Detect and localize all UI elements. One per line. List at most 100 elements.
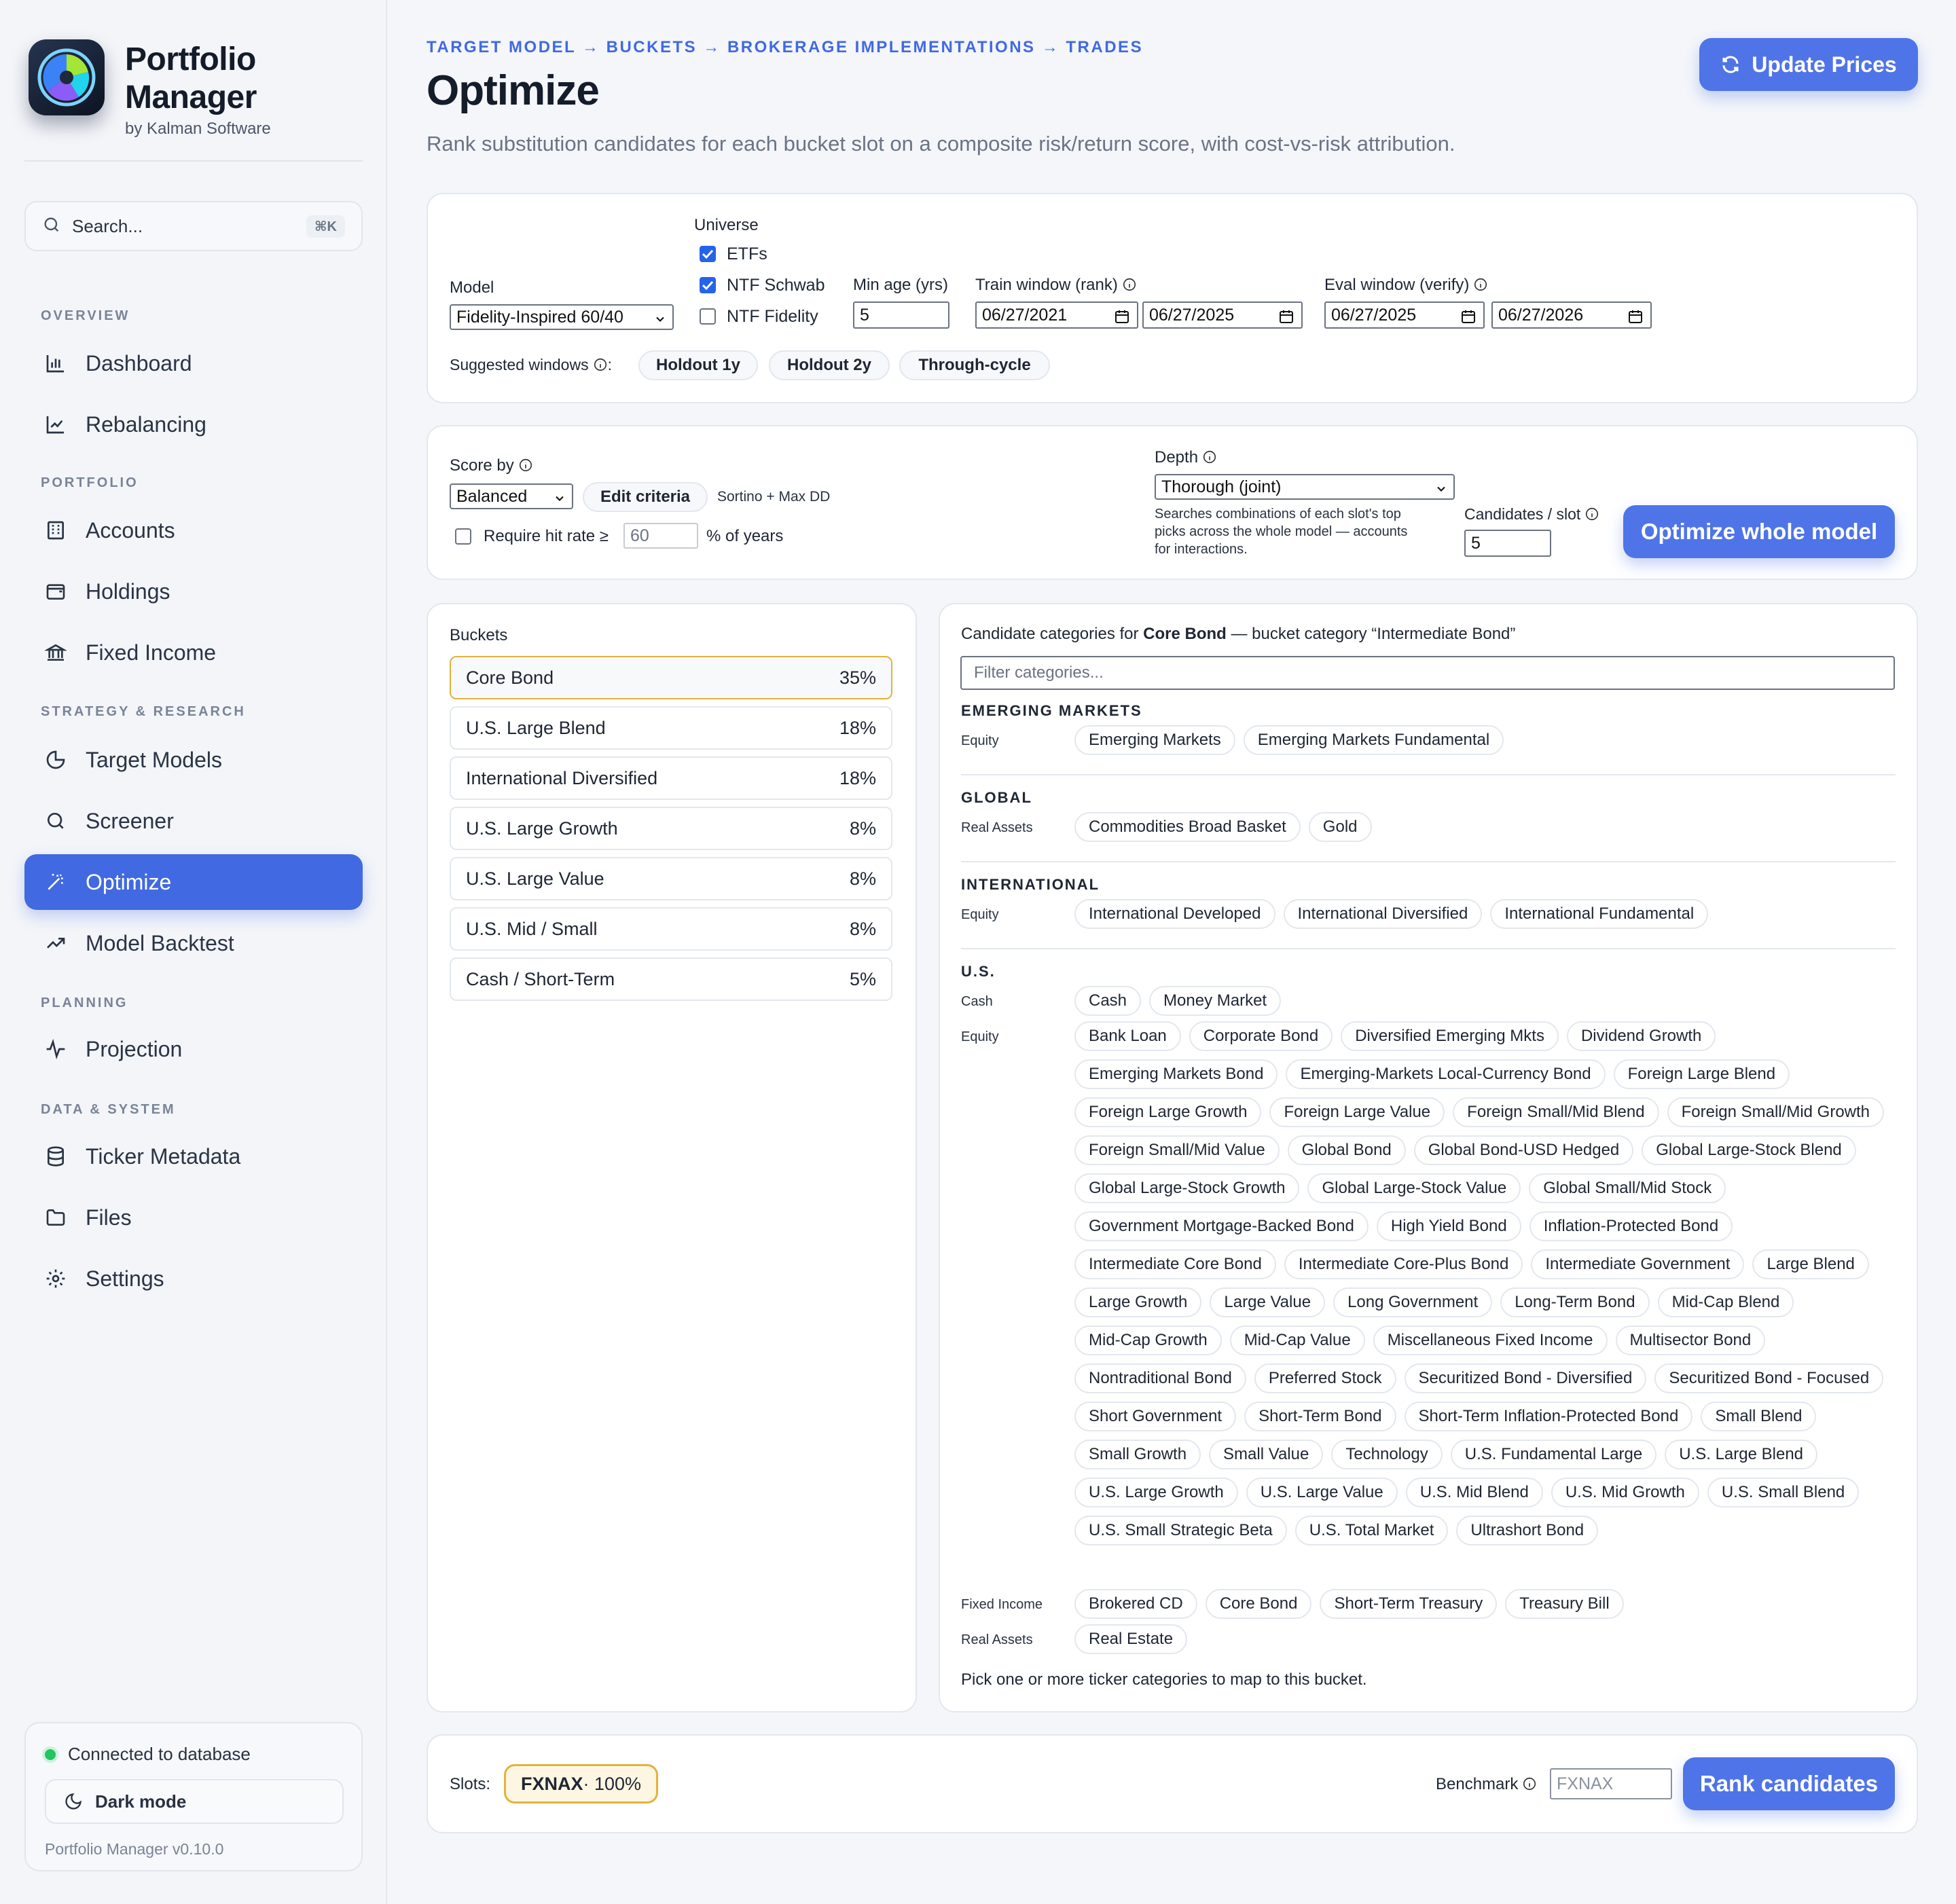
category-chip[interactable]: Global Bond-USD Hedged <box>1413 1135 1634 1165</box>
category-chip[interactable]: U.S. Mid Blend <box>1405 1478 1543 1507</box>
sidebar-item-target-models[interactable]: Target Models <box>24 732 363 788</box>
category-chip[interactable]: Emerging Markets <box>1074 725 1235 755</box>
sidebar-item-screener[interactable]: Screener <box>24 793 363 849</box>
category-chip[interactable]: Short-Term Bond <box>1244 1402 1396 1431</box>
sidebar-item-holdings[interactable]: Holdings <box>24 564 363 619</box>
category-chip[interactable]: Miscellaneous Fixed Income <box>1373 1325 1608 1355</box>
sidebar-item-rebalancing[interactable]: Rebalancing <box>24 397 363 452</box>
category-chip[interactable]: U.S. Mid Growth <box>1551 1478 1699 1507</box>
category-chip[interactable]: Large Value <box>1210 1287 1326 1317</box>
eval-start-date[interactable]: 06/27/2025 <box>1324 301 1485 329</box>
model-select[interactable]: Fidelity-Inspired 60/40 <box>450 304 674 330</box>
category-chip[interactable]: Brokered CD <box>1074 1589 1197 1619</box>
category-chip[interactable]: Short-Term Treasury <box>1320 1589 1498 1619</box>
optimize-whole-model-button[interactable]: Optimize whole model <box>1623 505 1895 558</box>
candidates-per-slot-input[interactable]: 5 <box>1464 530 1551 557</box>
dark-mode-button[interactable]: Dark mode <box>45 1779 344 1824</box>
category-chip[interactable]: Money Market <box>1149 986 1282 1016</box>
category-chip[interactable]: Global Bond <box>1287 1135 1406 1165</box>
category-chip[interactable]: Diversified Emerging Mkts <box>1341 1021 1559 1051</box>
category-chip[interactable]: Short Government <box>1074 1402 1237 1431</box>
category-chip[interactable]: Foreign Large Growth <box>1074 1097 1262 1127</box>
sidebar-item-projection[interactable]: Projection <box>24 1021 363 1077</box>
benchmark-input[interactable]: FXNAX <box>1550 1768 1672 1799</box>
slot-chip[interactable]: FXNAX · 100% <box>504 1764 659 1804</box>
category-chip[interactable]: Cash <box>1074 986 1142 1016</box>
sidebar-item-dashboard[interactable]: Dashboard <box>24 335 363 391</box>
bucket-us-mid-small[interactable]: U.S. Mid / Small 8% <box>450 907 892 951</box>
category-chip[interactable]: Short-Term Inflation-Protected Bond <box>1404 1402 1693 1431</box>
category-chip[interactable]: Long Government <box>1333 1287 1493 1317</box>
bucket-us-large-growth[interactable]: U.S. Large Growth 8% <box>450 807 892 850</box>
bucket-us-large-blend[interactable]: U.S. Large Blend 18% <box>450 706 892 750</box>
category-chip[interactable]: International Diversified <box>1283 899 1483 929</box>
info-icon[interactable] <box>1202 450 1217 464</box>
category-chip[interactable]: Securitized Bond - Focused <box>1654 1363 1884 1393</box>
info-icon[interactable] <box>1584 507 1599 521</box>
category-chip[interactable]: Foreign Small/Mid Value <box>1074 1135 1280 1165</box>
category-chip[interactable]: Global Small/Mid Stock <box>1529 1173 1726 1203</box>
category-chip[interactable]: Bank Loan <box>1074 1021 1181 1051</box>
category-chip[interactable]: Small Value <box>1209 1440 1324 1469</box>
calendar-icon[interactable] <box>1460 308 1477 329</box>
category-chip[interactable]: Government Mortgage-Backed Bond <box>1074 1211 1369 1241</box>
category-chip[interactable]: U.S. Small Blend <box>1707 1478 1860 1507</box>
category-chip[interactable]: High Yield Bond <box>1376 1211 1521 1241</box>
category-chip[interactable]: Foreign Large Blend <box>1613 1059 1790 1089</box>
score-by-select[interactable]: Balanced <box>450 483 573 509</box>
category-chip[interactable]: Real Estate <box>1074 1624 1188 1654</box>
sidebar-item-ticker-metadata[interactable]: Ticker Metadata <box>24 1129 363 1184</box>
sidebar-item-settings[interactable]: Settings <box>24 1251 363 1306</box>
sidebar-item-optimize[interactable]: Optimize <box>24 854 363 910</box>
etfs-checkbox[interactable] <box>700 246 716 262</box>
category-chip[interactable]: Intermediate Core-Plus Bond <box>1284 1249 1523 1279</box>
min-age-input[interactable]: 5 <box>853 301 949 329</box>
category-chip[interactable]: Small Growth <box>1074 1440 1201 1469</box>
category-chip[interactable]: Gold <box>1308 812 1372 842</box>
category-chip[interactable]: U.S. Fundamental Large <box>1450 1440 1657 1469</box>
category-chip[interactable]: Large Growth <box>1074 1287 1202 1317</box>
category-chip[interactable]: Mid-Cap Growth <box>1074 1325 1222 1355</box>
sidebar-item-model-backtest[interactable]: Model Backtest <box>24 915 363 971</box>
category-chip[interactable]: Small Blend <box>1701 1402 1817 1431</box>
train-start-date[interactable]: 06/27/2021 <box>975 301 1138 329</box>
sidebar-search[interactable]: Search... ⌘K <box>24 201 363 251</box>
info-icon[interactable] <box>1522 1776 1537 1791</box>
category-chip[interactable]: Nontraditional Bond <box>1074 1363 1246 1393</box>
category-chip[interactable]: U.S. Small Strategic Beta <box>1074 1516 1287 1545</box>
info-icon[interactable] <box>1473 277 1488 292</box>
calendar-icon[interactable] <box>1627 308 1644 329</box>
category-chip[interactable]: Commodities Broad Basket <box>1074 812 1301 842</box>
bucket-cash-short-term[interactable]: Cash / Short-Term 5% <box>450 957 892 1001</box>
category-chip[interactable]: Global Large-Stock Blend <box>1642 1135 1856 1165</box>
hit-rate-input[interactable]: 60 <box>623 523 698 549</box>
filter-categories-input[interactable]: Filter categories... <box>960 656 1895 690</box>
category-chip[interactable]: Preferred Stock <box>1254 1363 1396 1393</box>
category-chip[interactable]: U.S. Large Growth <box>1074 1478 1238 1507</box>
category-chip[interactable]: Large Blend <box>1752 1249 1869 1279</box>
category-chip[interactable]: U.S. Large Blend <box>1665 1440 1818 1469</box>
category-chip[interactable]: Foreign Large Value <box>1269 1097 1445 1127</box>
category-chip[interactable]: Global Large-Stock Growth <box>1074 1173 1300 1203</box>
category-chip[interactable]: Technology <box>1331 1440 1443 1469</box>
category-chip[interactable]: U.S. Large Value <box>1246 1478 1398 1507</box>
bucket-international-diversified[interactable]: International Diversified 18% <box>450 756 892 800</box>
category-chip[interactable]: Multisector Bond <box>1615 1325 1766 1355</box>
category-chip[interactable]: Intermediate Core Bond <box>1074 1249 1276 1279</box>
category-chip[interactable]: Securitized Bond - Diversified <box>1404 1363 1647 1393</box>
sidebar-item-accounts[interactable]: Accounts <box>24 502 363 558</box>
category-chip[interactable]: Intermediate Government <box>1531 1249 1745 1279</box>
sidebar-item-files[interactable]: Files <box>24 1190 363 1245</box>
category-chip[interactable]: Ultrashort Bond <box>1456 1516 1599 1545</box>
train-end-date[interactable]: 06/27/2025 <box>1142 301 1303 329</box>
bucket-us-large-value[interactable]: U.S. Large Value 8% <box>450 857 892 900</box>
calendar-icon[interactable] <box>1114 308 1130 329</box>
hit-rate-checkbox[interactable] <box>455 528 471 545</box>
category-chip[interactable]: International Developed <box>1074 899 1275 929</box>
category-chip[interactable]: Emerging Markets Bond <box>1074 1059 1278 1089</box>
category-chip[interactable]: Mid-Cap Value <box>1229 1325 1365 1355</box>
category-chip[interactable]: Global Large-Stock Value <box>1307 1173 1521 1203</box>
category-chip[interactable]: Emerging Markets Fundamental <box>1243 725 1504 755</box>
depth-select[interactable]: Thorough (joint) <box>1155 474 1455 500</box>
category-chip[interactable]: Foreign Small/Mid Blend <box>1453 1097 1659 1127</box>
